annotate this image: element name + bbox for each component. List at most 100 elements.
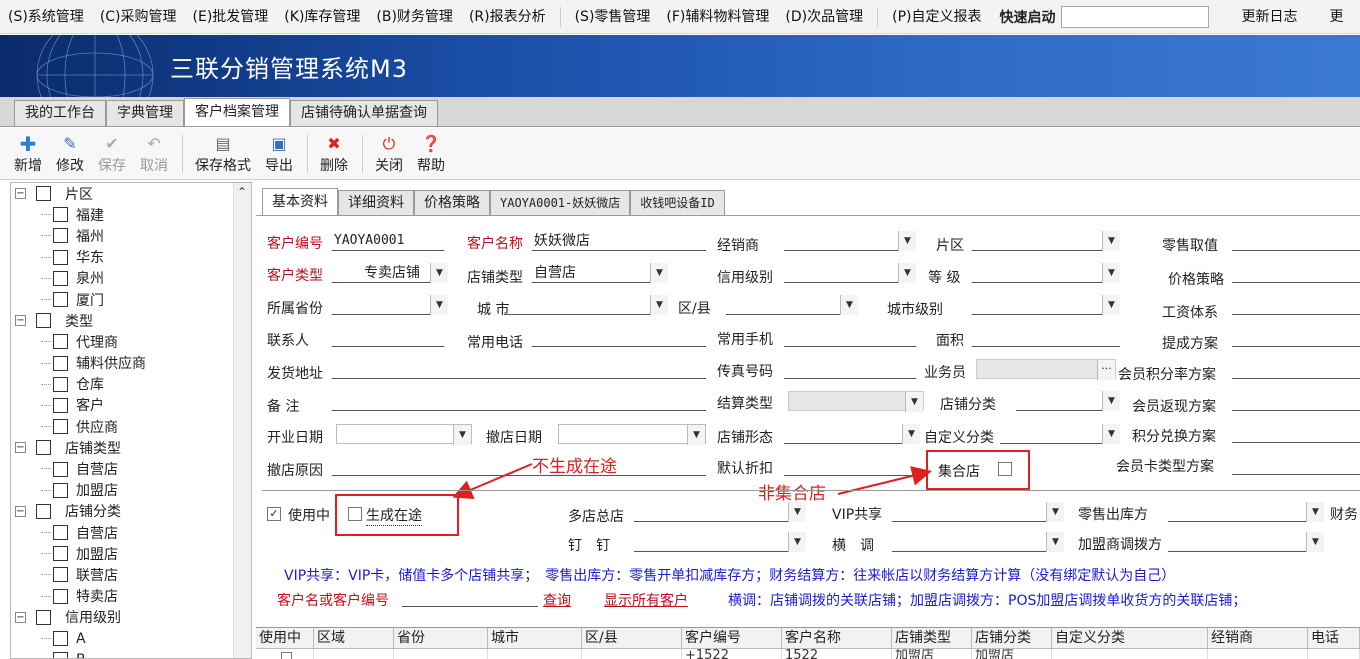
open-date-picker[interactable]: ▼ — [336, 424, 472, 445]
chevron-down-icon[interactable]: ▼ — [788, 502, 806, 522]
tree-item[interactable]: 仓库 — [11, 374, 251, 395]
tree-checkbox[interactable] — [53, 355, 68, 371]
retail-out-dropdown[interactable]: ▼ — [1168, 502, 1324, 522]
store-category-dropdown[interactable]: ▼ — [1016, 391, 1120, 411]
chevron-down-icon[interactable]: ▼ — [1306, 532, 1324, 552]
transfer-dropdown[interactable]: ▼ — [892, 532, 1064, 552]
export-button[interactable]: ▣ 导出 — [265, 133, 293, 175]
grid-column-header[interactable]: 城市 — [488, 628, 582, 648]
tree-checkbox[interactable] — [53, 461, 68, 477]
grid-column-header[interactable]: 店铺类型 — [892, 628, 972, 648]
close-button[interactable]: ⏻ 关闭 — [375, 133, 403, 175]
tree-checkbox[interactable] — [53, 207, 68, 223]
collapse-icon[interactable]: − — [15, 442, 26, 454]
tree-group[interactable]: − 片区 — [11, 183, 251, 204]
menu-system[interactable]: (S)系统管理 — [0, 0, 92, 33]
points-rate-field[interactable] — [1232, 359, 1360, 379]
chevron-down-icon[interactable]: ▼ — [902, 424, 920, 444]
row-in-use-checkbox[interactable] — [281, 652, 292, 659]
cancel-button[interactable]: ↶ 取消 — [140, 133, 168, 175]
tree-item[interactable]: A — [11, 628, 251, 649]
district-dropdown[interactable]: ▼ — [726, 295, 858, 315]
collapse-icon[interactable]: − — [15, 505, 26, 517]
help-button[interactable]: ❓ 帮助 — [417, 133, 445, 175]
tree-checkbox[interactable] — [53, 270, 68, 286]
tree-item[interactable]: 华东 — [11, 247, 251, 268]
grid-column-header[interactable]: 区/县 — [582, 628, 682, 648]
tree-group[interactable]: − 店铺类型 — [11, 437, 251, 458]
tree-item[interactable]: 福建 — [11, 204, 251, 225]
price-strategy-field[interactable] — [1232, 263, 1360, 283]
save-format-button[interactable]: ▤ 保存格式 — [195, 133, 251, 175]
tree-checkbox[interactable] — [36, 186, 51, 202]
save-button[interactable]: ✔ 保存 — [98, 133, 126, 175]
points-exchange-field[interactable] — [1232, 423, 1360, 443]
grid-column-header[interactable]: 客户编号 — [682, 628, 782, 648]
ship-address-field[interactable] — [332, 359, 706, 379]
commission-field[interactable] — [1232, 327, 1360, 347]
tree-item[interactable]: 加盟店 — [11, 543, 251, 564]
delete-button[interactable]: ✖ 删除 — [320, 133, 348, 175]
menu-materials[interactable]: (F)辅料物料管理 — [658, 0, 777, 33]
chevron-down-icon[interactable]: ▼ — [453, 425, 471, 445]
salary-system-field[interactable] — [1232, 295, 1360, 315]
retail-price-field[interactable] — [1232, 231, 1360, 251]
tree-item[interactable]: 泉州 — [11, 268, 251, 289]
tree-checkbox[interactable] — [53, 228, 68, 244]
custom-category-dropdown[interactable]: ▼ — [1000, 424, 1120, 444]
phone-field[interactable] — [532, 327, 706, 347]
default-discount-field[interactable] — [784, 456, 916, 476]
fax-field[interactable] — [784, 359, 916, 379]
subtab-basic-info[interactable]: 基本资料 — [262, 188, 338, 216]
menu-finance[interactable]: (B)财务管理 — [368, 0, 461, 33]
tree-group[interactable]: − 信用级别 — [11, 607, 251, 628]
chevron-down-icon[interactable]: ▼ — [905, 392, 923, 412]
grid-column-header[interactable]: 店铺分类 — [972, 628, 1052, 648]
menu-wholesale[interactable]: (E)批发管理 — [185, 0, 277, 33]
collapse-icon[interactable]: − — [15, 611, 26, 623]
tree-item[interactable]: 自营店 — [11, 458, 251, 479]
chevron-down-icon[interactable]: ▼ — [788, 532, 806, 552]
changelog-link[interactable]: 更新日志 — [1233, 0, 1305, 33]
edit-button[interactable]: ✎ 修改 — [56, 133, 84, 175]
customer-name-field[interactable]: 妖妖微店 — [532, 231, 706, 251]
tree-checkbox[interactable] — [36, 313, 51, 329]
subtab-price-strategy[interactable]: 价格策略 — [414, 190, 490, 216]
customer-code-field[interactable]: YAOYA0001 — [332, 231, 444, 251]
tree-checkbox[interactable] — [53, 397, 68, 413]
area-size-field[interactable] — [972, 327, 1120, 347]
in-use-checkbox[interactable]: ✓ — [267, 507, 281, 521]
chevron-down-icon[interactable]: ▼ — [1102, 424, 1120, 444]
ellipsis-icon[interactable]: ··· — [1097, 360, 1115, 380]
close-date-picker[interactable]: ▼ — [558, 424, 706, 445]
tree-checkbox[interactable] — [53, 546, 68, 562]
chevron-down-icon[interactable]: ▼ — [1102, 263, 1120, 283]
tree-group[interactable]: − 店铺分类 — [11, 501, 251, 522]
menu-purchase[interactable]: (C)采购管理 — [92, 0, 185, 33]
grid-column-header[interactable]: 使用中 — [256, 628, 314, 648]
tree-checkbox[interactable] — [53, 292, 68, 308]
collapse-icon[interactable]: − — [15, 188, 26, 200]
contact-field[interactable] — [332, 327, 444, 347]
chevron-down-icon[interactable]: ▼ — [898, 263, 916, 283]
cashback-field[interactable] — [1232, 391, 1360, 411]
dealer-dropdown[interactable]: ▼ — [784, 231, 916, 251]
tree-item[interactable]: 辅料供应商 — [11, 353, 251, 374]
chevron-down-icon[interactable]: ▼ — [650, 295, 668, 315]
tree-checkbox[interactable] — [53, 588, 68, 604]
tab-customer-archive[interactable]: 客户档案管理 — [184, 98, 290, 126]
tree-item[interactable]: 福州 — [11, 225, 251, 246]
tree-checkbox[interactable] — [36, 440, 51, 456]
menu-retail[interactable]: (S)零售管理 — [567, 0, 659, 33]
show-all-link[interactable]: 显示所有客户 — [604, 590, 688, 610]
add-button[interactable]: ✚ 新增 — [14, 133, 42, 175]
close-reason-field[interactable] — [332, 456, 706, 476]
chevron-down-icon[interactable]: ▼ — [1102, 295, 1120, 315]
grid-column-header[interactable]: 电话 — [1308, 628, 1360, 648]
menu-custom-report[interactable]: (P)自定义报表 — [884, 0, 989, 33]
chevron-down-icon[interactable]: ▼ — [687, 425, 705, 445]
grid-column-header[interactable]: 区域 — [314, 628, 394, 648]
tree-checkbox[interactable] — [53, 376, 68, 392]
store-form-dropdown[interactable]: ▼ — [784, 424, 920, 444]
tree-checkbox[interactable] — [53, 249, 68, 265]
